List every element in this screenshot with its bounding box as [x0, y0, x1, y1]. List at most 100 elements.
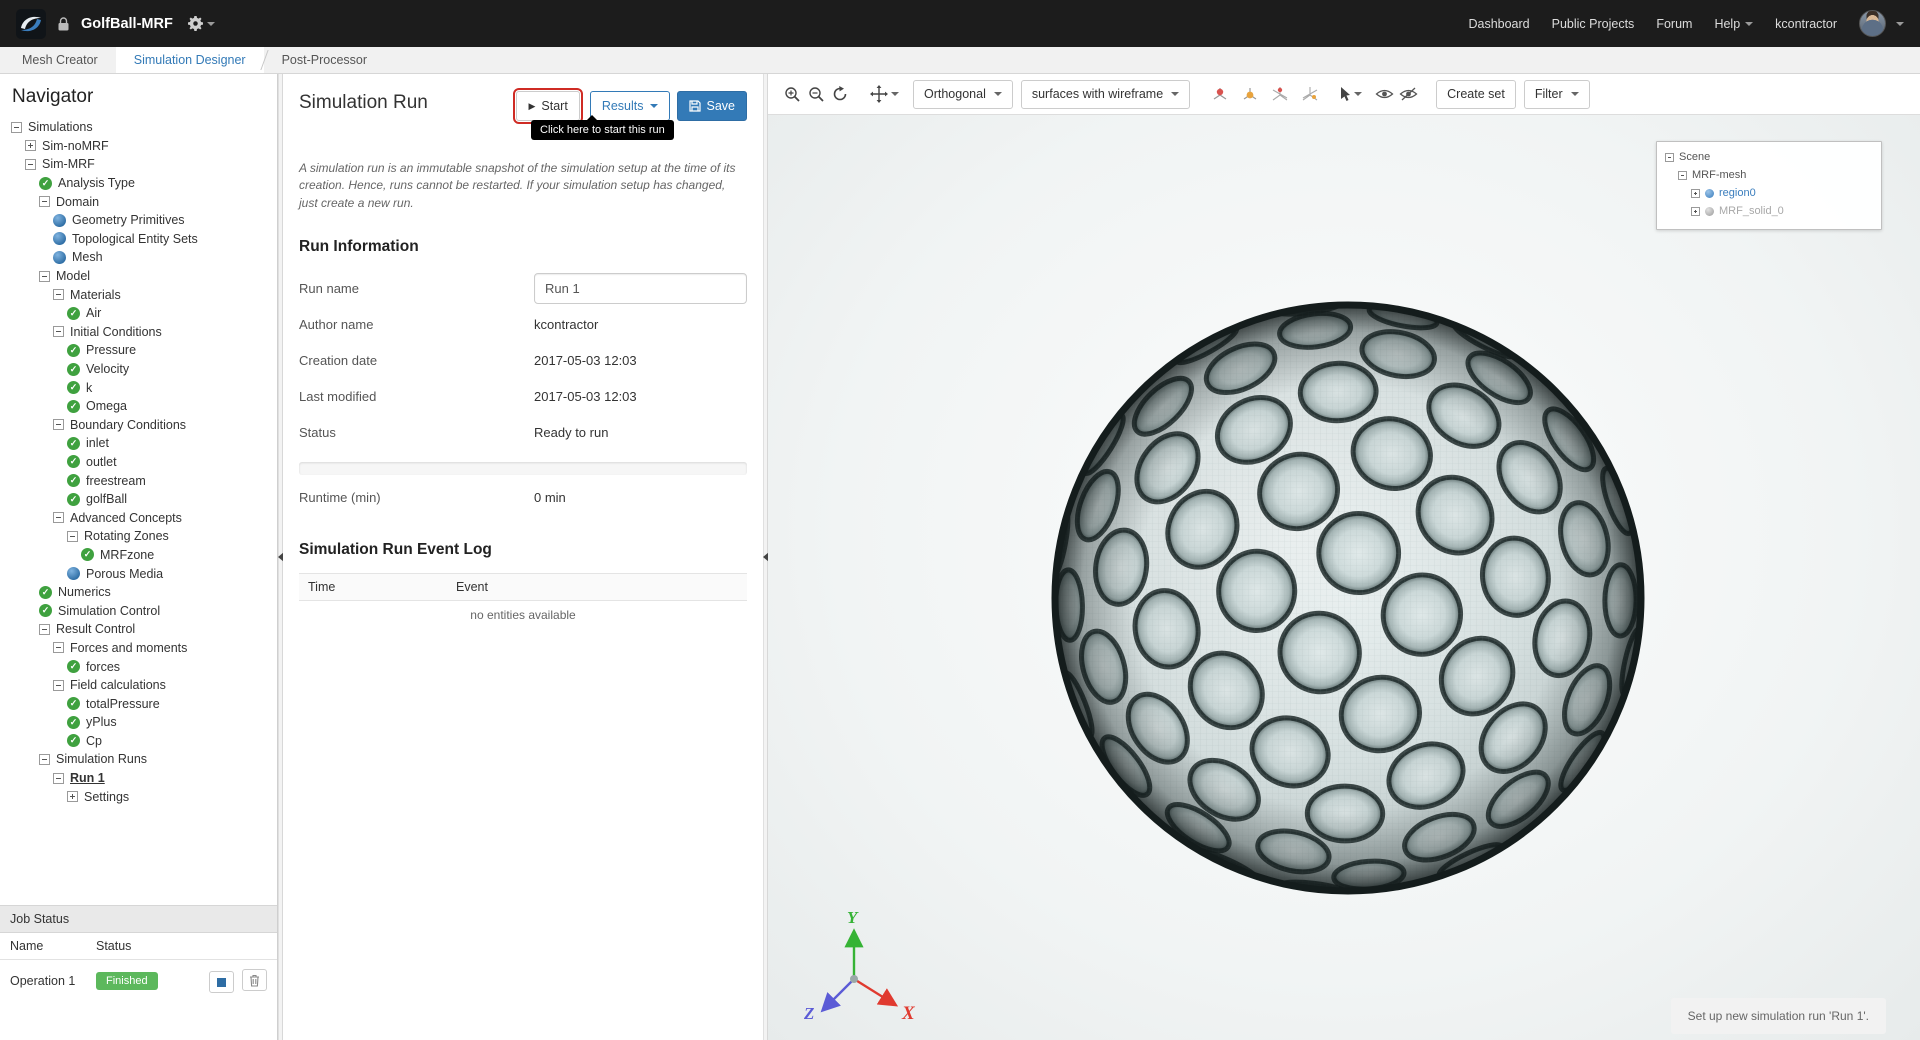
collapse-icon[interactable]: [1678, 171, 1687, 180]
tree-item-mrfzone[interactable]: ✓MRFzone: [0, 546, 277, 565]
tree-item-numerics[interactable]: ✓Numerics: [0, 583, 277, 602]
tree-item-boundary-conditions[interactable]: Boundary Conditions: [0, 416, 277, 435]
user-avatar[interactable]: [1859, 10, 1886, 37]
tree-item-run-1[interactable]: Run 1: [0, 769, 277, 788]
filter-button[interactable]: Filter: [1524, 80, 1590, 109]
collapse-icon[interactable]: [11, 122, 22, 133]
tree-item-materials[interactable]: Materials: [0, 285, 277, 304]
coordinate-axes-icon[interactable]: [1298, 81, 1322, 108]
tree-item-k[interactable]: ✓k: [0, 378, 277, 397]
save-button[interactable]: Save: [677, 91, 748, 121]
tree-item-advanced-concepts[interactable]: Advanced Concepts: [0, 508, 277, 527]
tree-item-simulation-runs[interactable]: Simulation Runs: [0, 750, 277, 769]
rotation-center-icon[interactable]: [1208, 81, 1232, 108]
tree-item-forces-and-moments[interactable]: Forces and moments: [0, 639, 277, 658]
tree-item-outlet[interactable]: ✓outlet: [0, 453, 277, 472]
collapse-icon[interactable]: [53, 512, 64, 523]
tree-item-result-control[interactable]: Result Control: [0, 620, 277, 639]
viewport-3d[interactable]: SceneMRF-meshregion0MRF_solid_0 Y X Z: [768, 115, 1920, 1040]
project-settings-button[interactable]: [188, 16, 215, 31]
collapse-icon[interactable]: [53, 773, 64, 784]
zoom-out-icon[interactable]: [804, 81, 828, 108]
tree-item-domain[interactable]: Domain: [0, 192, 277, 211]
expand-icon[interactable]: [67, 791, 78, 802]
scene-item-mrf-solid-0[interactable]: MRF_solid_0: [1663, 202, 1875, 220]
tree-item-pressure[interactable]: ✓Pressure: [0, 341, 277, 360]
tree-item-totalpressure[interactable]: ✓totalPressure: [0, 694, 277, 713]
collapse-icon[interactable]: [25, 159, 36, 170]
tree-item-porous-media[interactable]: Porous Media: [0, 564, 277, 583]
tree-item-mesh[interactable]: Mesh: [0, 248, 277, 267]
tree-item-golfball[interactable]: ✓golfBall: [0, 490, 277, 509]
pick-center-icon[interactable]: [1238, 81, 1262, 108]
tree-item-velocity[interactable]: ✓Velocity: [0, 360, 277, 379]
point-probe-icon[interactable]: [1268, 81, 1292, 108]
collapse-icon[interactable]: [39, 754, 50, 765]
zoom-in-icon[interactable]: [780, 81, 804, 108]
scene-item-mrf-mesh[interactable]: MRF-mesh: [1663, 166, 1875, 184]
tree-item-label: Sim-noMRF: [42, 139, 109, 153]
tree-item-analysis-type[interactable]: ✓Analysis Type: [0, 174, 277, 193]
tree-item-freestream[interactable]: ✓freestream: [0, 471, 277, 490]
collapse-icon[interactable]: [1665, 153, 1674, 162]
username-label[interactable]: kcontractor: [1775, 17, 1837, 31]
select-cursor-button[interactable]: [1338, 81, 1362, 108]
collapse-icon[interactable]: [53, 680, 64, 691]
tree-item-yplus[interactable]: ✓yPlus: [0, 713, 277, 732]
scene-item-region0[interactable]: region0: [1663, 184, 1875, 202]
reset-view-icon[interactable]: [828, 81, 852, 108]
render-mode-select[interactable]: surfaces with wireframe: [1021, 80, 1190, 109]
golfball-mesh-render[interactable]: [768, 115, 1920, 1040]
tree-item-forces[interactable]: ✓forces: [0, 657, 277, 676]
app-logo[interactable]: [16, 9, 46, 39]
tree-item-rotating-zones[interactable]: Rotating Zones: [0, 527, 277, 546]
collapse-icon[interactable]: [53, 289, 64, 300]
field-row-creation-date: Creation date2017-05-03 12:03: [299, 342, 747, 378]
nav-link-dashboard[interactable]: Dashboard: [1468, 17, 1529, 31]
tree-item-sim-nomrf[interactable]: Sim-noMRF: [0, 137, 277, 156]
tree-item-cp[interactable]: ✓Cp: [0, 732, 277, 751]
scene-item-label: MRF_solid_0: [1719, 205, 1784, 217]
tree-item-model[interactable]: Model: [0, 267, 277, 286]
tree-item-topological-entity-sets[interactable]: Topological Entity Sets: [0, 230, 277, 249]
tree-item-omega[interactable]: ✓Omega: [0, 397, 277, 416]
expand-icon[interactable]: [25, 140, 36, 151]
tree-item-inlet[interactable]: ✓inlet: [0, 434, 277, 453]
tab-mesh-creator[interactable]: Mesh Creator: [4, 47, 116, 73]
user-menu-chevron-icon[interactable]: [1896, 22, 1904, 26]
collapse-icon[interactable]: [39, 624, 50, 635]
hide-selected-icon[interactable]: [1396, 81, 1420, 108]
tree-item-initial-conditions[interactable]: Initial Conditions: [0, 323, 277, 342]
collapse-icon[interactable]: [53, 419, 64, 430]
collapse-icon[interactable]: [39, 196, 50, 207]
collapse-icon[interactable]: [67, 531, 78, 542]
collapse-icon[interactable]: [53, 326, 64, 337]
projection-select[interactable]: Orthogonal: [913, 80, 1013, 109]
tree-item-settings[interactable]: Settings: [0, 787, 277, 806]
collapse-icon[interactable]: [53, 642, 64, 653]
nav-link-forum[interactable]: Forum: [1656, 17, 1692, 31]
tree-item-simulation-control[interactable]: ✓Simulation Control: [0, 601, 277, 620]
stop-job-button[interactable]: [209, 971, 234, 993]
run-name-input[interactable]: [534, 273, 747, 304]
tab-simulation-designer[interactable]: Simulation Designer: [116, 47, 264, 73]
tree-item-geometry-primitives[interactable]: Geometry Primitives: [0, 211, 277, 230]
delete-job-button[interactable]: [242, 969, 267, 991]
nav-link-public-projects[interactable]: Public Projects: [1552, 17, 1635, 31]
pan-tool-button[interactable]: [870, 81, 899, 108]
tree-item-air[interactable]: ✓Air: [0, 304, 277, 323]
tree-item-field-calculations[interactable]: Field calculations: [0, 676, 277, 695]
nav-link-help[interactable]: Help: [1714, 17, 1753, 31]
create-set-button[interactable]: Create set: [1436, 80, 1516, 109]
x-axis-label: X: [901, 1003, 916, 1024]
tab-post-processor[interactable]: Post-Processor: [264, 47, 385, 73]
collapse-icon[interactable]: [39, 271, 50, 282]
expand-icon[interactable]: [1691, 189, 1700, 198]
expand-icon[interactable]: [1691, 207, 1700, 216]
tree-item-simulations[interactable]: Simulations: [0, 118, 277, 137]
results-button[interactable]: Results: [590, 91, 670, 121]
tree-item-sim-mrf[interactable]: Sim-MRF: [0, 155, 277, 174]
start-button[interactable]: ▶ Start: [516, 91, 579, 121]
scene-item-scene[interactable]: Scene: [1663, 148, 1875, 166]
show-all-icon[interactable]: [1372, 81, 1396, 108]
